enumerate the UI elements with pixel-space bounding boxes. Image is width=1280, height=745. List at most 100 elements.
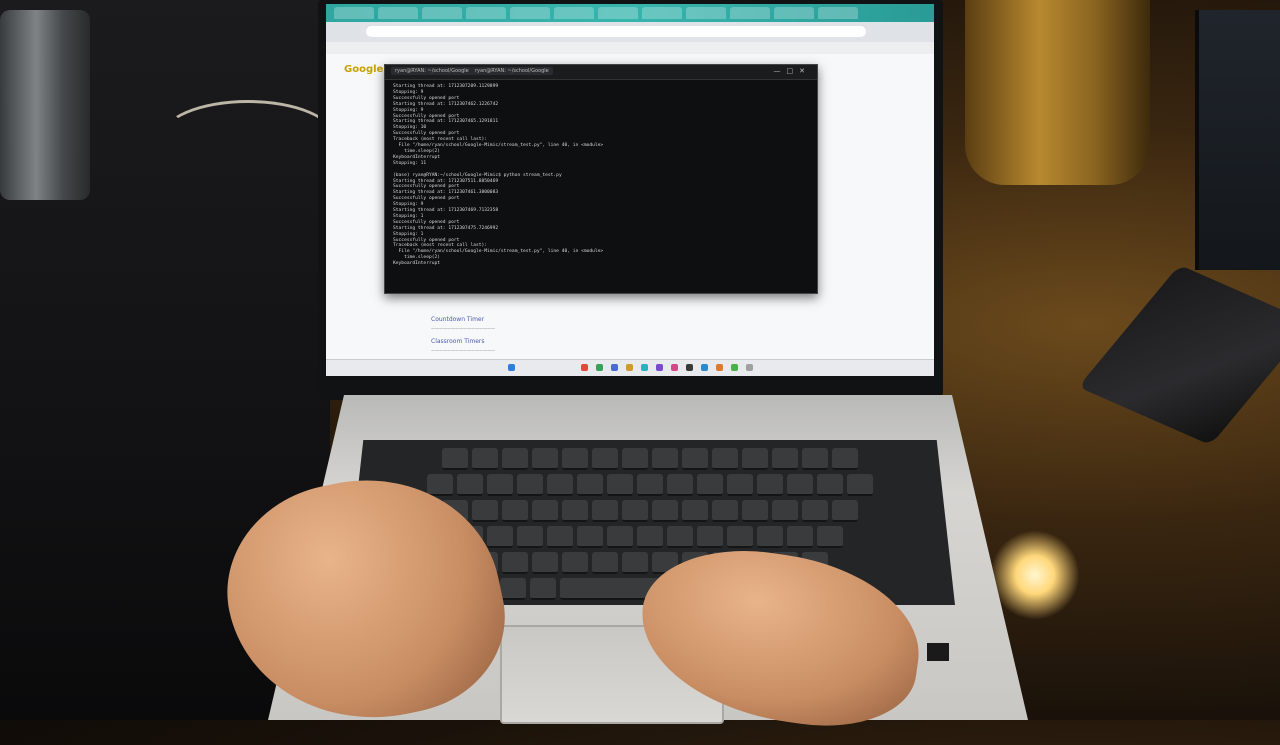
- browser-tab[interactable]: [818, 7, 858, 19]
- terminal-titlebar[interactable]: ryan@RYAN: ~/school/Google ryan@RYAN: ~/…: [385, 65, 817, 80]
- keyboard-key[interactable]: [592, 448, 618, 470]
- keyboard-key[interactable]: [787, 526, 813, 548]
- keyboard-key[interactable]: [742, 500, 768, 522]
- app-icon[interactable]: [656, 364, 663, 371]
- browser-tab[interactable]: [466, 7, 506, 19]
- keyboard-key[interactable]: [457, 474, 483, 496]
- keyboard-key[interactable]: [787, 474, 813, 496]
- keyboard-key[interactable]: [517, 526, 543, 548]
- browser-tab[interactable]: [510, 7, 550, 19]
- keyboard-key[interactable]: [502, 500, 528, 522]
- bookmarks-bar[interactable]: [326, 42, 934, 54]
- browser-tab[interactable]: [730, 7, 770, 19]
- keyboard-key[interactable]: [472, 448, 498, 470]
- browser-tab[interactable]: [334, 7, 374, 19]
- keyboard-key[interactable]: [592, 500, 618, 522]
- keyboard-key[interactable]: [500, 578, 526, 600]
- keyboard-key[interactable]: [667, 526, 693, 548]
- keyboard-key[interactable]: [637, 526, 663, 548]
- app-icon[interactable]: [701, 364, 708, 371]
- keyboard-key[interactable]: [847, 474, 873, 496]
- keyboard-key[interactable]: [577, 474, 603, 496]
- keyboard-key[interactable]: [697, 474, 723, 496]
- taskbar: [326, 359, 934, 376]
- browser-tab[interactable]: [774, 7, 814, 19]
- app-icon[interactable]: [581, 364, 588, 371]
- keyboard-key[interactable]: [772, 448, 798, 470]
- keyboard-key[interactable]: [727, 474, 753, 496]
- url-input[interactable]: [366, 26, 866, 37]
- keyboard-key[interactable]: [817, 474, 843, 496]
- terminal-app-icon[interactable]: [686, 364, 693, 371]
- keyboard-key[interactable]: [562, 500, 588, 522]
- browser-tab[interactable]: [598, 7, 638, 19]
- keyboard-key[interactable]: [502, 448, 528, 470]
- keyboard-key[interactable]: [757, 526, 783, 548]
- browser-tab[interactable]: [422, 7, 462, 19]
- start-icon[interactable]: [508, 364, 515, 371]
- keyboard-key[interactable]: [682, 448, 708, 470]
- keyboard-key[interactable]: [607, 474, 633, 496]
- search-result-snippet: ————————————————: [431, 326, 495, 331]
- keyboard-key[interactable]: [577, 526, 603, 548]
- browser-tab[interactable]: [554, 7, 594, 19]
- keyboard-key[interactable]: [592, 552, 618, 574]
- keyboard-key[interactable]: [817, 526, 843, 548]
- keyboard-key[interactable]: [832, 448, 858, 470]
- terminal-window[interactable]: ryan@RYAN: ~/school/Google ryan@RYAN: ~/…: [384, 64, 818, 294]
- keyboard-key[interactable]: [697, 526, 723, 548]
- google-logo[interactable]: Google: [344, 64, 384, 84]
- keyboard-key[interactable]: [742, 448, 768, 470]
- keyboard-key[interactable]: [547, 474, 573, 496]
- keyboard-key[interactable]: [712, 448, 738, 470]
- keyboard-key[interactable]: [532, 500, 558, 522]
- keyboard-key[interactable]: [757, 474, 783, 496]
- fingerprint-sensor[interactable]: [927, 643, 949, 661]
- keyboard-key[interactable]: [712, 500, 738, 522]
- browser-tab[interactable]: [642, 7, 682, 19]
- keyboard-key[interactable]: [487, 474, 513, 496]
- app-icon[interactable]: [671, 364, 678, 371]
- keyboard-key[interactable]: [772, 500, 798, 522]
- keyboard-key[interactable]: [622, 448, 648, 470]
- search-result-link[interactable]: Countdown Timer: [431, 316, 484, 323]
- browser-tab-strip[interactable]: [326, 4, 934, 22]
- keyboard-key[interactable]: [532, 552, 558, 574]
- keyboard-key[interactable]: [622, 552, 648, 574]
- keyboard-key[interactable]: [487, 526, 513, 548]
- keyboard-key[interactable]: [517, 474, 543, 496]
- app-icon[interactable]: [611, 364, 618, 371]
- window-controls-icon[interactable]: —□✕: [774, 67, 811, 75]
- app-icon[interactable]: [596, 364, 603, 371]
- keyboard-key[interactable]: [532, 448, 558, 470]
- keyboard-key[interactable]: [652, 448, 678, 470]
- keyboard-key[interactable]: [682, 500, 708, 522]
- keyboard-key[interactable]: [727, 526, 753, 548]
- app-icon[interactable]: [716, 364, 723, 371]
- keyboard-key[interactable]: [622, 500, 648, 522]
- keyboard-key[interactable]: [802, 448, 828, 470]
- keyboard-key[interactable]: [637, 474, 663, 496]
- keyboard-key[interactable]: [442, 448, 468, 470]
- keyboard-key[interactable]: [427, 474, 453, 496]
- app-icon[interactable]: [746, 364, 753, 371]
- terminal-tab[interactable]: ryan@RYAN: ~/school/Google: [471, 67, 553, 75]
- keyboard-key[interactable]: [530, 578, 556, 600]
- keyboard-key[interactable]: [652, 500, 678, 522]
- keyboard-key[interactable]: [667, 474, 693, 496]
- keyboard-key[interactable]: [472, 500, 498, 522]
- keyboard-key[interactable]: [562, 552, 588, 574]
- browser-tab[interactable]: [378, 7, 418, 19]
- keyboard-key[interactable]: [607, 526, 633, 548]
- browser-tab[interactable]: [686, 7, 726, 19]
- app-icon[interactable]: [731, 364, 738, 371]
- app-icon[interactable]: [626, 364, 633, 371]
- app-icon[interactable]: [641, 364, 648, 371]
- keyboard-key[interactable]: [547, 526, 573, 548]
- keyboard-key[interactable]: [802, 500, 828, 522]
- keyboard-key[interactable]: [832, 500, 858, 522]
- keyboard-key[interactable]: [562, 448, 588, 470]
- terminal-tab[interactable]: ryan@RYAN: ~/school/Google: [391, 67, 473, 75]
- keyboard-key[interactable]: [502, 552, 528, 574]
- search-result-link[interactable]: Classroom Timers: [431, 338, 485, 345]
